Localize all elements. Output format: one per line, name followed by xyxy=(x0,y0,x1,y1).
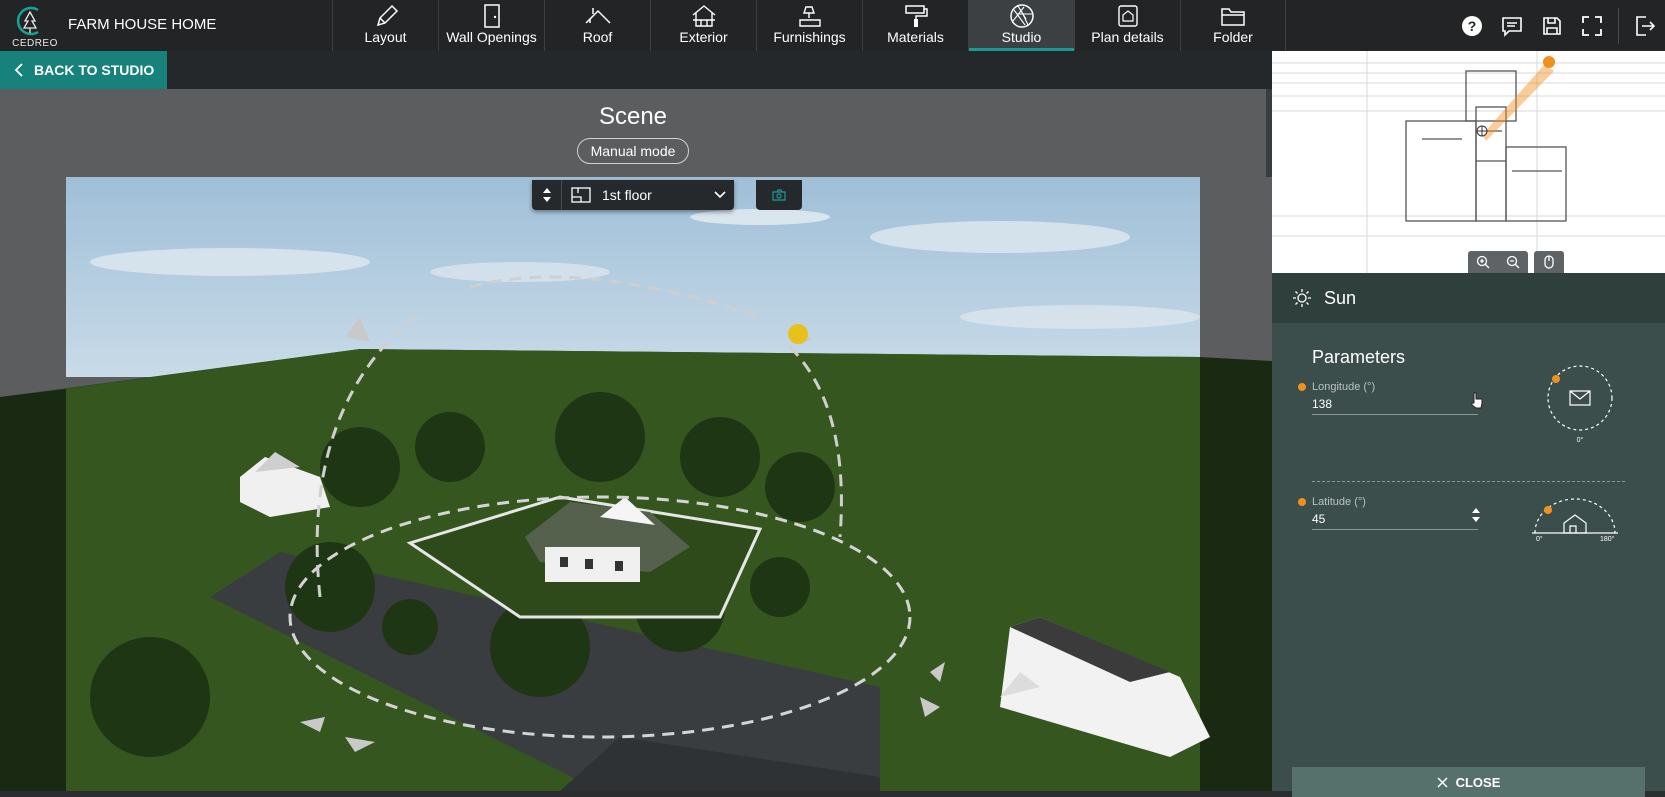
nav-materials[interactable]: Materials xyxy=(862,0,968,51)
longitude-input[interactable]: 138 xyxy=(1312,397,1478,415)
back-to-studio-button[interactable]: BACK TO STUDIO xyxy=(0,51,167,89)
save-icon xyxy=(1543,16,1561,35)
roof-icon xyxy=(584,8,611,24)
minimap[interactable] xyxy=(1272,51,1665,273)
chevron-down-icon xyxy=(706,191,734,199)
nav-label: Wall Openings xyxy=(446,29,537,45)
cedreo-logo[interactable]: CEDREO xyxy=(8,4,57,49)
save-button[interactable] xyxy=(1532,0,1572,51)
nav-wall-openings[interactable]: Wall Openings xyxy=(438,0,544,51)
exit-icon xyxy=(1636,15,1656,36)
minimap-controls xyxy=(1468,251,1564,273)
stepper-arrows-icon[interactable] xyxy=(1470,506,1482,524)
floor-value: 1st floor xyxy=(602,187,652,203)
up-down-arrows-icon xyxy=(542,188,551,202)
zoom-in-icon xyxy=(1476,255,1490,269)
nav-plan-details[interactable]: Plan details xyxy=(1074,0,1180,51)
nav-roof[interactable]: Roof xyxy=(544,0,650,51)
section-divider xyxy=(1312,481,1625,482)
toolbar-right: ? xyxy=(1452,0,1665,51)
zoom-out-button[interactable] xyxy=(1498,251,1528,273)
svg-text:?: ? xyxy=(1468,18,1477,34)
orange-dot-icon xyxy=(1298,383,1306,391)
project-title: FARM HOUSE HOME xyxy=(68,16,217,33)
close-button[interactable]: CLOSE xyxy=(1292,767,1645,797)
nav-folder[interactable]: Folder xyxy=(1180,0,1286,51)
nav-label: Studio xyxy=(1001,29,1042,45)
sun-section-title: Sun xyxy=(1324,287,1357,308)
longitude-dial[interactable]: 0° xyxy=(1544,363,1620,448)
3d-scene[interactable] xyxy=(0,177,1272,791)
toolbar-divider xyxy=(1618,7,1619,44)
fullscreen-icon xyxy=(1582,15,1602,36)
3d-render xyxy=(0,177,1272,791)
nav-label: Layout xyxy=(364,29,407,45)
latitude-dial[interactable]: 0° 180° xyxy=(1530,491,1620,548)
elevation-dial-icon: 0° 180° xyxy=(1532,498,1618,543)
scene-title: Scene xyxy=(598,103,668,130)
zoom-out-icon xyxy=(1506,255,1520,269)
sun-panel: Sun Parameters Longitude (°) 138 0° Lati… xyxy=(1272,51,1665,797)
house-icon xyxy=(692,5,715,27)
longitude-label: Longitude (°) xyxy=(1298,381,1478,393)
nav-label: Exterior xyxy=(679,29,728,45)
cursor-icon xyxy=(1471,392,1483,409)
zoom-in-button[interactable] xyxy=(1468,251,1498,273)
nav-label: Plan details xyxy=(1091,29,1164,45)
exit-button[interactable] xyxy=(1625,0,1665,51)
latitude-field: Latitude (°) 45 xyxy=(1298,496,1478,530)
nav-label: Folder xyxy=(1213,29,1253,45)
main-nav: Layout Wall Openings Roof Exterior Furni… xyxy=(332,0,1286,51)
camera-icon xyxy=(772,189,786,201)
back-label: BACK TO STUDIO xyxy=(34,62,155,78)
nav-label: Roof xyxy=(582,29,613,45)
lamp-icon xyxy=(798,6,821,27)
top-bar: CEDREO FARM HOUSE HOME Layout Wall Openi… xyxy=(0,0,1665,51)
dial-max-label: 180° xyxy=(1600,535,1615,543)
latitude-label-text: Latitude (°) xyxy=(1312,496,1366,508)
logo-text: CEDREO xyxy=(12,38,58,49)
pencil-icon xyxy=(376,4,398,27)
help-icon: ? xyxy=(1462,15,1482,36)
folder-icon xyxy=(1221,8,1245,26)
close-label: CLOSE xyxy=(1455,774,1501,790)
comment-button[interactable] xyxy=(1492,0,1532,51)
parameters-title: Parameters xyxy=(1312,347,1406,367)
nav-label: Furnishings xyxy=(773,29,846,45)
mouse-mode-button[interactable] xyxy=(1534,251,1564,273)
paint-roller-icon xyxy=(904,5,928,27)
floor-selector[interactable]: 1st floor xyxy=(532,180,734,210)
nav-layout[interactable]: Layout xyxy=(332,0,438,51)
floor-plan-minimap xyxy=(1272,51,1665,273)
comment-icon xyxy=(1502,16,1522,37)
nav-exterior[interactable]: Exterior xyxy=(650,0,756,51)
orange-dot-icon xyxy=(1298,498,1306,506)
aperture-icon xyxy=(1009,4,1034,28)
sun-icon xyxy=(1293,289,1311,307)
nav-label: Materials xyxy=(887,29,944,45)
tag-icon xyxy=(1117,5,1138,27)
studio-viewport: BACK TO STUDIO Scene Manual mode 1st flo… xyxy=(0,51,1272,791)
close-icon xyxy=(1437,776,1448,788)
latitude-label: Latitude (°) xyxy=(1298,496,1478,508)
longitude-field: Longitude (°) 138 xyxy=(1298,381,1478,415)
floor-plan-icon xyxy=(566,187,596,203)
chevron-left-icon xyxy=(14,63,23,77)
help-button[interactable]: ? xyxy=(1452,0,1492,51)
dial-zero-label: 0° xyxy=(1577,436,1584,443)
fullscreen-button[interactable] xyxy=(1572,0,1612,51)
longitude-label-text: Longitude (°) xyxy=(1312,381,1376,393)
dial-min-label: 0° xyxy=(1536,535,1543,543)
door-icon xyxy=(483,4,500,28)
latitude-input[interactable]: 45 xyxy=(1312,512,1478,530)
nav-furnishings[interactable]: Furnishings xyxy=(756,0,862,51)
nav-studio[interactable]: Studio xyxy=(968,0,1074,51)
compass-dial-icon: 0° xyxy=(1547,365,1613,444)
manual-mode-badge[interactable]: Manual mode xyxy=(577,138,689,164)
floor-stepper[interactable] xyxy=(532,180,562,210)
camera-button[interactable] xyxy=(756,180,802,210)
mouse-icon xyxy=(1544,255,1554,269)
sun-section-header[interactable]: Sun xyxy=(1272,273,1665,323)
